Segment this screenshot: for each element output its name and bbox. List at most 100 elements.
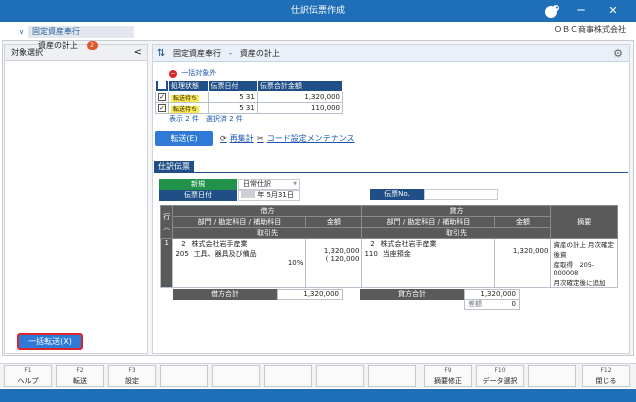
column-header-status: 処理状態 [168,80,209,92]
slip-date-field[interactable]: 年 5月31日 [238,190,300,201]
minimize-button[interactable]: ─ [570,0,592,22]
tree-item-fixed-assets[interactable]: ∨ 固定資産奉行 [19,26,134,38]
swap-arrows-icon: ⇅ [157,48,166,59]
credit-header: 貸方 [361,205,552,217]
credit-account-code: 110 [364,250,378,258]
row-select-cell[interactable]: ✓ [155,91,169,103]
fkey-label: 転送 [73,377,87,385]
credit-total-label: 貸方合計 [360,289,464,300]
credit-accounts-cell[interactable]: 2 株式会社岩手産業 110 当座預金 [361,238,496,288]
debit-account-name: 工具、器具及び備品 [193,250,257,258]
credit-amount: 1,320,000 [512,247,549,255]
row-select-cell[interactable]: ✓ [155,102,169,114]
credit-amount-header: 金額 [494,216,552,228]
select-all-cell[interactable] [155,80,169,92]
f7-button[interactable] [316,365,364,387]
slip-month: 5 [239,104,244,112]
debit-partner-header: 取引先 [172,227,363,239]
main-header-title: 固定資産奉行 - 資産の計上 [173,49,280,58]
status-cell: 転送待ち [168,102,209,114]
tree-item-asset-recording[interactable]: 資産の計上 2 [38,40,134,52]
credit-dept-code: 2 [370,240,375,248]
gear-icon[interactable]: ⚙ [613,45,623,62]
tree-item-label: 資産の計上 [38,41,78,50]
table-row[interactable]: ✓ 転送待ち 5 31 110,000 [155,102,344,114]
memo-header: 摘要 [550,205,618,239]
line-header: 行 ︿ [159,205,174,239]
debit-amount-cell[interactable]: 1,320,000 ( 120,000 [305,238,363,288]
close-window-button[interactable]: ✕ [602,0,624,22]
credit-accounts-header: 部門 / 勘定科目 / 補助科目 [361,216,496,228]
memo-cell[interactable]: 資産の計上 月次確定後資 産取得 205-000008 月次確定後に追加 [550,238,618,288]
f12-close-button[interactable]: F12 閉じる [582,365,630,387]
row-checkbox[interactable]: ✓ [158,104,166,112]
count-badge: 2 [86,41,98,50]
recalc-link[interactable]: ⟳ 再集計 [220,133,254,144]
bulk-exclude-label: 一括対象外 [181,69,217,77]
bugyo-logo-icon [545,5,559,18]
slip-list-table: 処理状態 伝票日付 伝票合計金額 ✓ 転送待ち 5 31 1,320,000 ✓… [155,80,344,114]
transfer-button[interactable]: 転送(E) [155,131,213,146]
main-header: ⇅ 固定資産奉行 - 資産の計上 ⚙ [153,45,629,62]
select-all-checkbox[interactable] [158,81,166,89]
f6-button[interactable] [264,365,312,387]
table-row[interactable]: ✓ 転送待ち 5 31 1,320,000 [155,91,344,103]
slip-type-select[interactable]: 日常仕訳 ▼ [238,179,300,190]
difference-row: 差額 0 [464,299,520,310]
fkey-label: 摘要修正 [434,377,462,385]
target-selection-pane: 対象選択 < [4,44,148,354]
code-settings-label: コード設定メンテナンス [266,134,355,143]
column-header-amount: 伝票合計金額 [256,80,344,92]
debit-accounts-cell[interactable]: 2 株式会社岩手産業 205 工具、器具及び備品 10% [172,238,307,288]
company-name: ＯＢＣ商事株式会社 [554,25,626,34]
row-checkbox[interactable]: ✓ [158,93,166,101]
f10-data-select-button[interactable]: F10 データ選択 [476,365,524,387]
credit-partner-header: 取引先 [361,227,552,239]
amount-cell: 1,320,000 [256,91,344,103]
f8-button[interactable] [368,365,416,387]
collapse-pane-button[interactable]: < [134,45,142,61]
credit-amount-cell[interactable]: 1,320,000 [494,238,552,288]
fkey-label: ヘルプ [17,377,39,385]
bulk-exclude-link[interactable]: − 一括対象外 [169,68,216,78]
fkey-label: 設定 [125,377,139,385]
chevron-down-icon: ▼ [293,181,297,187]
slip-date-label: 伝票日付 [159,190,237,201]
f2-transfer-button[interactable]: F2 転送 [56,365,104,387]
no-entry-icon: − [169,70,177,78]
status-badge: 転送待ち [171,105,200,113]
debit-tax-amount: ( 120,000 [325,255,360,263]
bulk-transfer-button[interactable]: 一括転送(X) [17,333,83,350]
fkey-label: データ選択 [482,377,518,385]
date-cell: 5 31 [207,91,258,103]
f9-memo-edit-button[interactable]: F9 摘要修正 [424,365,472,387]
f1-help-button[interactable]: F1 ヘルプ [4,365,52,387]
fkey-number: F10 [494,367,506,374]
title-bar: 仕訳伝票作成 ─ ✕ [0,0,636,22]
debit-dept-code: 2 [181,240,186,248]
code-settings-link[interactable]: ✂ コード設定メンテナンス [257,133,355,144]
fkey-number: F2 [76,367,84,374]
column-header-date: 伝票日付 [207,80,258,92]
debit-dept-name: 株式会社岩手産業 [191,240,248,248]
slip-kind-label: 新規 [159,179,237,190]
journal-row[interactable]: 1 2 株式会社岩手産業 205 工具、器具及び備品 10% 1,320,000 … [159,238,618,288]
f5-button[interactable] [212,365,260,387]
f4-button[interactable] [160,365,208,387]
credit-account-name: 当座預金 [382,250,411,258]
slip-list-header: 処理状態 伝票日付 伝票合計金額 [155,80,344,92]
slip-day: 31 [245,104,255,112]
f3-settings-button[interactable]: F3 設定 [108,365,156,387]
debit-header: 借方 [172,205,363,217]
tools-icon: ✂ [257,134,264,143]
chevron-up-icon[interactable]: ︿ [163,223,170,231]
slip-number-field[interactable] [424,189,498,200]
f11-button[interactable] [528,365,576,387]
fkey-number: F1 [24,367,32,374]
line-number: 1 [159,238,174,288]
recalc-label: 再集計 [229,134,254,143]
slip-month: 5 [239,93,244,101]
status-badge: 転送待ち [171,94,200,102]
credit-dept-name: 株式会社岩手産業 [380,240,437,248]
debit-accounts-header: 部門 / 勘定科目 / 補助科目 [172,216,307,228]
